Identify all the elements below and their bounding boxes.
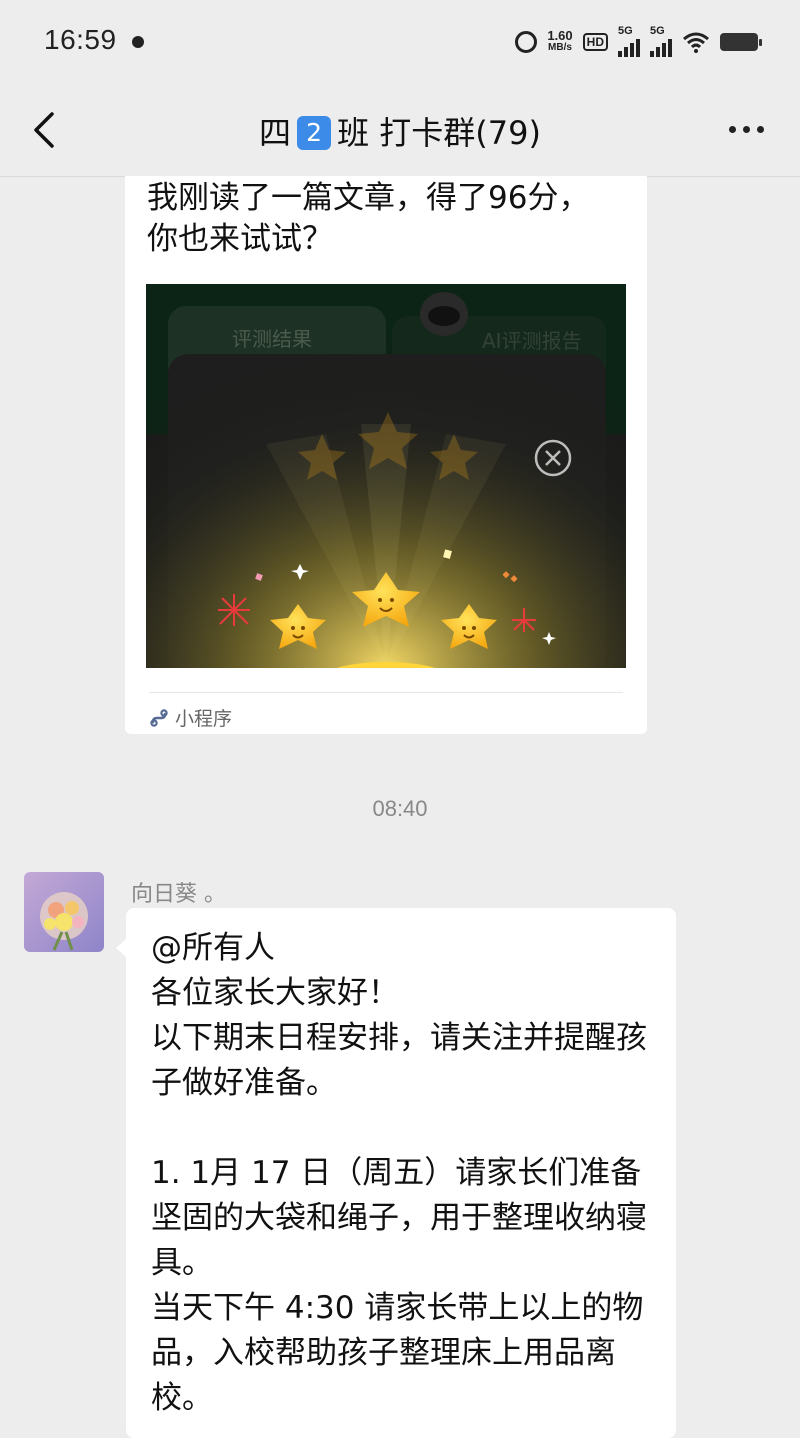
flower-bouquet-avatar xyxy=(24,872,104,952)
chat-header: 四2班 打卡群(79) xyxy=(0,84,800,177)
status-bar: 16:59 1.60 MB/s HD 5G 5G xyxy=(0,0,800,84)
card-text: 我刚读了一篇文章，得了96分， 你也来试试？ xyxy=(147,180,590,257)
more-options-icon[interactable] xyxy=(729,126,764,133)
battery-icon xyxy=(720,33,762,51)
chat-title-suffix: 班 打卡群(79) xyxy=(337,114,541,152)
card-divider xyxy=(149,692,623,693)
network-speed-value: 1.60 xyxy=(547,28,573,43)
chat-title: 四2班 打卡群(79) xyxy=(0,108,800,154)
signal-5g-label: 5G xyxy=(618,25,633,37)
network-speed: 1.60 MB/s xyxy=(547,28,573,54)
chat-title-prefix: 四 xyxy=(259,114,292,152)
alarm-icon xyxy=(515,31,538,53)
signal-5g-icon-2: 5G xyxy=(650,25,672,57)
avatar[interactable] xyxy=(24,872,104,952)
mini-program-tag: 小程序 xyxy=(149,704,232,731)
wifi-icon xyxy=(683,32,709,53)
sender-name: 向日葵 。 xyxy=(131,882,226,907)
signal-5g-label-2: 5G xyxy=(650,25,665,37)
mini-program-icon xyxy=(150,708,168,727)
notification-icon xyxy=(132,36,144,48)
status-time: 16:59 xyxy=(44,24,117,55)
thumb-tab-right: AI评测报告 xyxy=(482,329,582,353)
status-icons: 1.60 MB/s HD 5G 5G xyxy=(515,25,762,58)
message-bubble[interactable]: @所有人 各位家长大家好！ 以下期末日程安排，请关注并提醒孩子做好准备。 1. … xyxy=(116,908,676,1438)
thumb-tab-left: 评测结果 xyxy=(232,327,312,351)
time-divider: 08:40 xyxy=(372,796,428,821)
mini-program-label: 小程序 xyxy=(175,708,233,730)
keycap-two-emoji: 2 xyxy=(297,116,332,150)
card-thumbnail: 评测结果 AI评测报告 xyxy=(146,284,626,668)
message-text: @所有人 各位家长大家好！ 以下期末日程安排，请关注并提醒孩子做好准备。 1. … xyxy=(151,930,647,1416)
result-thumbnail-image: 评测结果 AI评测报告 xyxy=(146,284,626,668)
network-speed-unit: MB/s xyxy=(548,42,572,53)
hd-icon: HD xyxy=(582,33,608,51)
signal-5g-icon: 5G xyxy=(618,25,640,57)
mini-program-card[interactable]: 我刚读了一篇文章，得了96分， 你也来试试？ 评测结果 AI评测报告 小程序 xyxy=(125,176,647,734)
